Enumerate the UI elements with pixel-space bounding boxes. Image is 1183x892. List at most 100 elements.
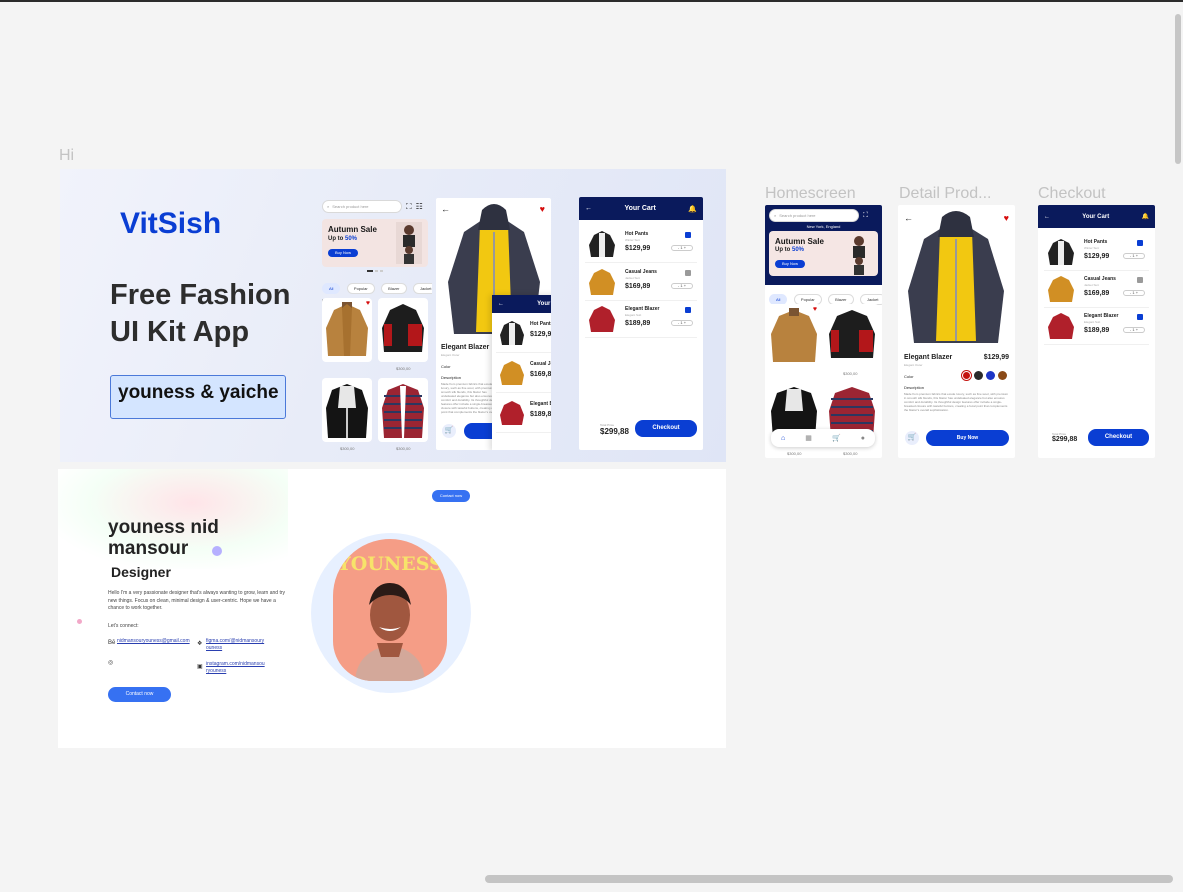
- chip-jacket[interactable]: Jacket: [412, 283, 432, 294]
- email-link[interactable]: nidmansouryouness@gmail.com: [117, 638, 193, 645]
- mock-homescreen: ⌕ Search product here ⛶ ☷ Autumn Sale Up …: [322, 200, 432, 460]
- product-tile[interactable]: [378, 298, 428, 362]
- qty-stepper[interactable]: - 1 +: [1123, 253, 1145, 259]
- scan-icon[interactable]: ⛶: [863, 212, 868, 220]
- description-text: Made from premium fabrics that exude lux…: [904, 392, 1009, 412]
- window-top-border: [0, 0, 1183, 2]
- checkbox: [685, 307, 691, 313]
- cart-item: Hot Pants Winter Suit $129,99 - 1 +: [585, 227, 697, 263]
- description-label: Description: [904, 385, 925, 390]
- cart-item: Casual Jeans Jacket Suit $169,89 - 1 +: [585, 265, 697, 301]
- checkbox: [685, 270, 691, 276]
- mock-checkout: ← Your Cart 🔔 Hot Pants Winter Suit $129,99 …: [579, 197, 703, 450]
- search-input: ⌕ Search product here: [322, 200, 402, 213]
- contact-button[interactable]: Contact now: [108, 687, 171, 702]
- horizontal-scrollbar[interactable]: [485, 875, 1173, 883]
- frame-label-checkout[interactable]: Checkout: [1038, 185, 1148, 203]
- back-arrow-icon: ←: [585, 205, 592, 212]
- buy-now-banner-button[interactable]: Buy Now: [775, 260, 805, 268]
- buy-now-button[interactable]: Buy Now: [926, 430, 1009, 446]
- cart-header: ← Your Cart 🔔: [579, 197, 703, 220]
- instagram-link[interactable]: instagram.com/nidmansouryouness: [206, 661, 266, 675]
- banner: Autumn Sale Up to 50% Buy Now: [322, 219, 428, 267]
- product-tile[interactable]: [378, 378, 428, 442]
- cart-item[interactable]: Hot Pants Winter Suit $129,99 - 1 +: [1044, 235, 1149, 271]
- chip-blazer[interactable]: Blazer: [381, 283, 407, 294]
- location-label: New York, England: [806, 224, 841, 229]
- cart-overlay: ←Your Cart Hot Pants$129,99 Casual Jeans…: [492, 295, 551, 450]
- brand-logo: VitSish: [120, 207, 222, 240]
- cart-item: Casual Jeans$169,89: [496, 357, 551, 393]
- frame-label-homescreen[interactable]: Homescreen: [765, 185, 875, 203]
- model-image: [853, 236, 865, 275]
- cart-icon[interactable]: 🛒: [832, 434, 841, 442]
- portfolio-frame[interactable]: Contact now youness nid mansour Designer…: [58, 469, 726, 748]
- profile-icon[interactable]: ●: [861, 435, 865, 442]
- connect-label: Let's connect:: [108, 623, 139, 629]
- home-icon[interactable]: ⌂: [781, 435, 785, 442]
- profile-role: Designer: [111, 564, 171, 580]
- cart-header: ←Your Cart: [492, 295, 551, 313]
- checkout-button[interactable]: Checkout: [1088, 429, 1149, 446]
- cover-title: Free Fashion UI Kit App: [110, 279, 291, 348]
- author-box: youness & yaiche: [110, 375, 286, 419]
- figma-link[interactable]: figma.com/@nidmansouryouness: [206, 638, 266, 652]
- back-arrow-icon[interactable]: ←: [1044, 214, 1050, 220]
- product-tile[interactable]: ♥: [322, 298, 372, 362]
- category-chips: All Popular Blazer Jacket: [322, 277, 432, 295]
- checkbox[interactable]: [1137, 314, 1143, 320]
- product-name: Elegant Blazer: [904, 354, 953, 361]
- checkbox[interactable]: [1137, 277, 1143, 283]
- checkout-frame[interactable]: ← Your Cart 🔔 Hot Pants Winter Suit $129,99 …: [1038, 205, 1155, 458]
- bell-icon: 🔔: [688, 205, 697, 213]
- grid-icon[interactable]: ▦: [805, 434, 812, 442]
- instagram-icon: ▣: [197, 664, 203, 670]
- mock-detail: ← ♥ Elegant Blazer Elegant Outer Color D…: [436, 198, 551, 450]
- product-tile[interactable]: [825, 304, 879, 368]
- cart-header: ← Your Cart 🔔: [1038, 205, 1155, 228]
- search-input[interactable]: ⌕ Search product here: [769, 209, 859, 222]
- product-tile[interactable]: [322, 378, 372, 442]
- color-swatch[interactable]: [974, 371, 983, 380]
- cart-item: Elegant Blazer$189,89: [496, 397, 551, 433]
- checkbox[interactable]: [1137, 240, 1143, 246]
- profile-name: youness nid mansour: [108, 517, 219, 559]
- color-swatches: [962, 371, 1007, 380]
- total-price: $299,88: [1052, 436, 1078, 443]
- checkout-button: Checkout: [635, 420, 697, 437]
- bell-icon[interactable]: 🔔: [1142, 213, 1149, 220]
- decorative-dot: [77, 619, 82, 624]
- contact-top-button[interactable]: Contact now: [432, 490, 470, 502]
- qty-stepper[interactable]: - 1 +: [1123, 290, 1145, 296]
- vertical-scrollbar[interactable]: [1175, 14, 1181, 164]
- checkbox: [685, 232, 691, 238]
- banner: Autumn Sale Up to 50% Buy Now: [769, 231, 878, 276]
- back-arrow-icon: ←: [498, 301, 504, 307]
- cart-item[interactable]: Casual Jeans Jacket Suit $169,89 - 1 +: [1044, 272, 1149, 308]
- frame-label-detail[interactable]: Detail Prod...: [899, 185, 1009, 203]
- avatar: YOUNESS: [333, 539, 447, 681]
- color-swatch[interactable]: [998, 371, 1007, 380]
- cart-item: Hot Pants$129,99: [496, 317, 551, 353]
- model-image: [396, 222, 422, 264]
- search-icon: ⌕: [327, 204, 330, 209]
- cart-item: Elegant Blazer Elegant Suit $189,89 - 1 +: [585, 302, 697, 338]
- figma-icon: ❖: [197, 641, 203, 647]
- color-swatch[interactable]: [986, 371, 995, 380]
- profile-bio: Hello I'm a very passionate designer tha…: [108, 590, 285, 611]
- color-swatch[interactable]: [962, 371, 971, 380]
- page-label[interactable]: Hi: [59, 147, 74, 165]
- chip-popular[interactable]: Popular: [346, 283, 375, 294]
- filter-icon: ☷: [415, 202, 423, 211]
- product-tile[interactable]: ♥: [767, 304, 821, 368]
- homescreen-frame[interactable]: ⌕ Search product here ⛶ New York, England…: [765, 205, 882, 458]
- cart-item[interactable]: Elegant Blazer Elegant Suit $189,89 - 1 +: [1044, 309, 1149, 345]
- behance-icon: Bē: [108, 640, 116, 646]
- detail-frame[interactable]: ← ♥ Elegant Blazer $129,99 Elegant Outer…: [898, 205, 1015, 458]
- basket-icon[interactable]: 🛒: [905, 431, 919, 445]
- qty-stepper[interactable]: - 1 +: [1123, 327, 1145, 333]
- jacket-image: [908, 211, 1004, 343]
- bottom-nav: ⌂ ▦ 🛒 ●: [771, 429, 875, 447]
- chip-all[interactable]: All: [322, 283, 341, 294]
- cover-frame[interactable]: VitSish Free Fashion UI Kit App youness …: [60, 169, 726, 462]
